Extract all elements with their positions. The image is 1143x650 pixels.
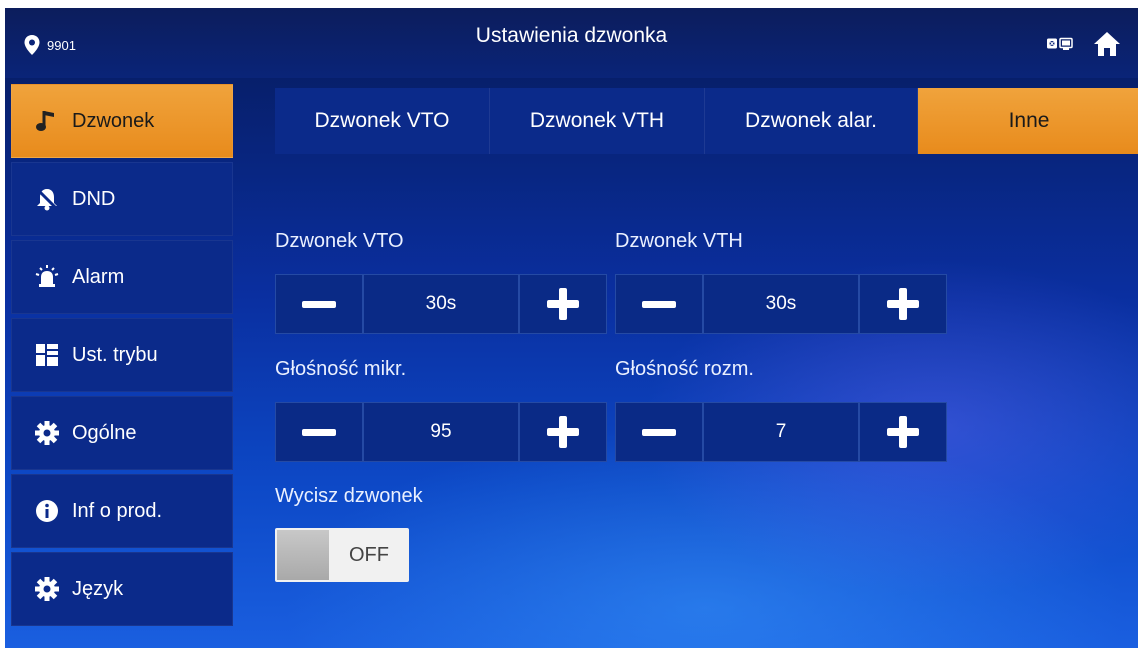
vth-ring-value: 30s [703,274,859,334]
sidebar-item-dnd[interactable]: DND [11,162,233,236]
tab-dzwonek-alar[interactable]: Dzwonek alar. [705,88,918,154]
tab-dzwonek-vto[interactable]: Dzwonek VTO [275,88,490,154]
vto-ring-stepper: 30s [275,274,607,334]
sidebar-item-label: Język [72,577,124,600]
vto-plus-button[interactable] [519,274,607,334]
mute-ring-toggle[interactable]: OFF [275,528,409,582]
vth-plus-button[interactable] [859,274,947,334]
plus-icon [547,416,579,448]
minus-icon [642,428,676,436]
sidebar-item-label: DND [72,187,116,210]
sidebar-item-jezyk[interactable]: Język [11,552,233,626]
mute-ring-label: Wycisz dzwonek [275,485,423,507]
sidebar-item-label: Alarm [72,265,125,288]
vth-minus-button[interactable] [615,274,703,334]
tab-bar: Dzwonek VTO Dzwonek VTH Dzwonek alar. In… [275,88,1138,154]
mic-volume-label: Głośność mikr. [275,358,407,380]
minus-icon [302,300,336,308]
minus-icon [642,300,676,308]
sidebar-item-label: Inf o prod. [72,499,163,522]
sidebar-item-ust-trybu[interactable]: Ust. trybu [11,318,233,392]
sidebar-item-dzwonek[interactable]: Dzwonek [11,84,233,158]
bell-mute-icon [35,187,59,211]
talk-volume-value: 7 [703,402,859,462]
vth-ring-label: Dzwonek VTH [615,230,743,252]
mic-volume-stepper: 95 [275,402,607,462]
toggle-state: OFF [349,543,389,566]
top-bar: 9901 Ustawienia dzwonka [5,8,1138,78]
sidebar: Dzwonek DND Alarm Ust. trybu Ogólne Inf … [11,84,233,630]
sidebar-item-label: Ogólne [72,421,137,444]
gear-icon [35,421,59,445]
sidebar-item-ogolne[interactable]: Ogólne [11,396,233,470]
mic-plus-button[interactable] [519,402,607,462]
vth-ring-stepper: 30s [615,274,947,334]
tab-inne[interactable]: Inne [918,88,1138,154]
talk-volume-stepper: 7 [615,402,947,462]
home-icon[interactable] [1092,30,1122,58]
vto-ring-value: 30s [363,274,519,334]
sidebar-item-label: Dzwonek [72,109,155,132]
monitor-network-icon[interactable] [1046,30,1076,58]
minus-icon [302,428,336,436]
gear-icon [35,577,59,601]
page-title: Ustawienia dzwonka [475,24,668,47]
vto-minus-button[interactable] [275,274,363,334]
tab-dzwonek-vth[interactable]: Dzwonek VTH [490,88,705,154]
mic-volume-value: 95 [363,402,519,462]
screen: 9901 Ustawienia dzwonka Dzwonek DND Alar… [5,8,1138,648]
plus-icon [887,288,919,320]
info-icon [36,500,58,522]
mic-minus-button[interactable] [275,402,363,462]
talk-volume-label: Głośność rozm. [615,358,754,380]
toggle-knob [277,530,329,580]
sidebar-item-inf-o-prod[interactable]: Inf o prod. [11,474,233,548]
sidebar-item-label: Ust. trybu [72,343,158,366]
music-note-icon [36,111,54,131]
vto-ring-label: Dzwonek VTO [275,230,404,252]
plus-icon [887,416,919,448]
sidebar-item-alarm[interactable]: Alarm [11,240,233,314]
talk-plus-button[interactable] [859,402,947,462]
plus-icon [547,288,579,320]
mode-grid-icon [36,344,58,366]
alarm-siren-icon [35,265,59,287]
talk-minus-button[interactable] [615,402,703,462]
